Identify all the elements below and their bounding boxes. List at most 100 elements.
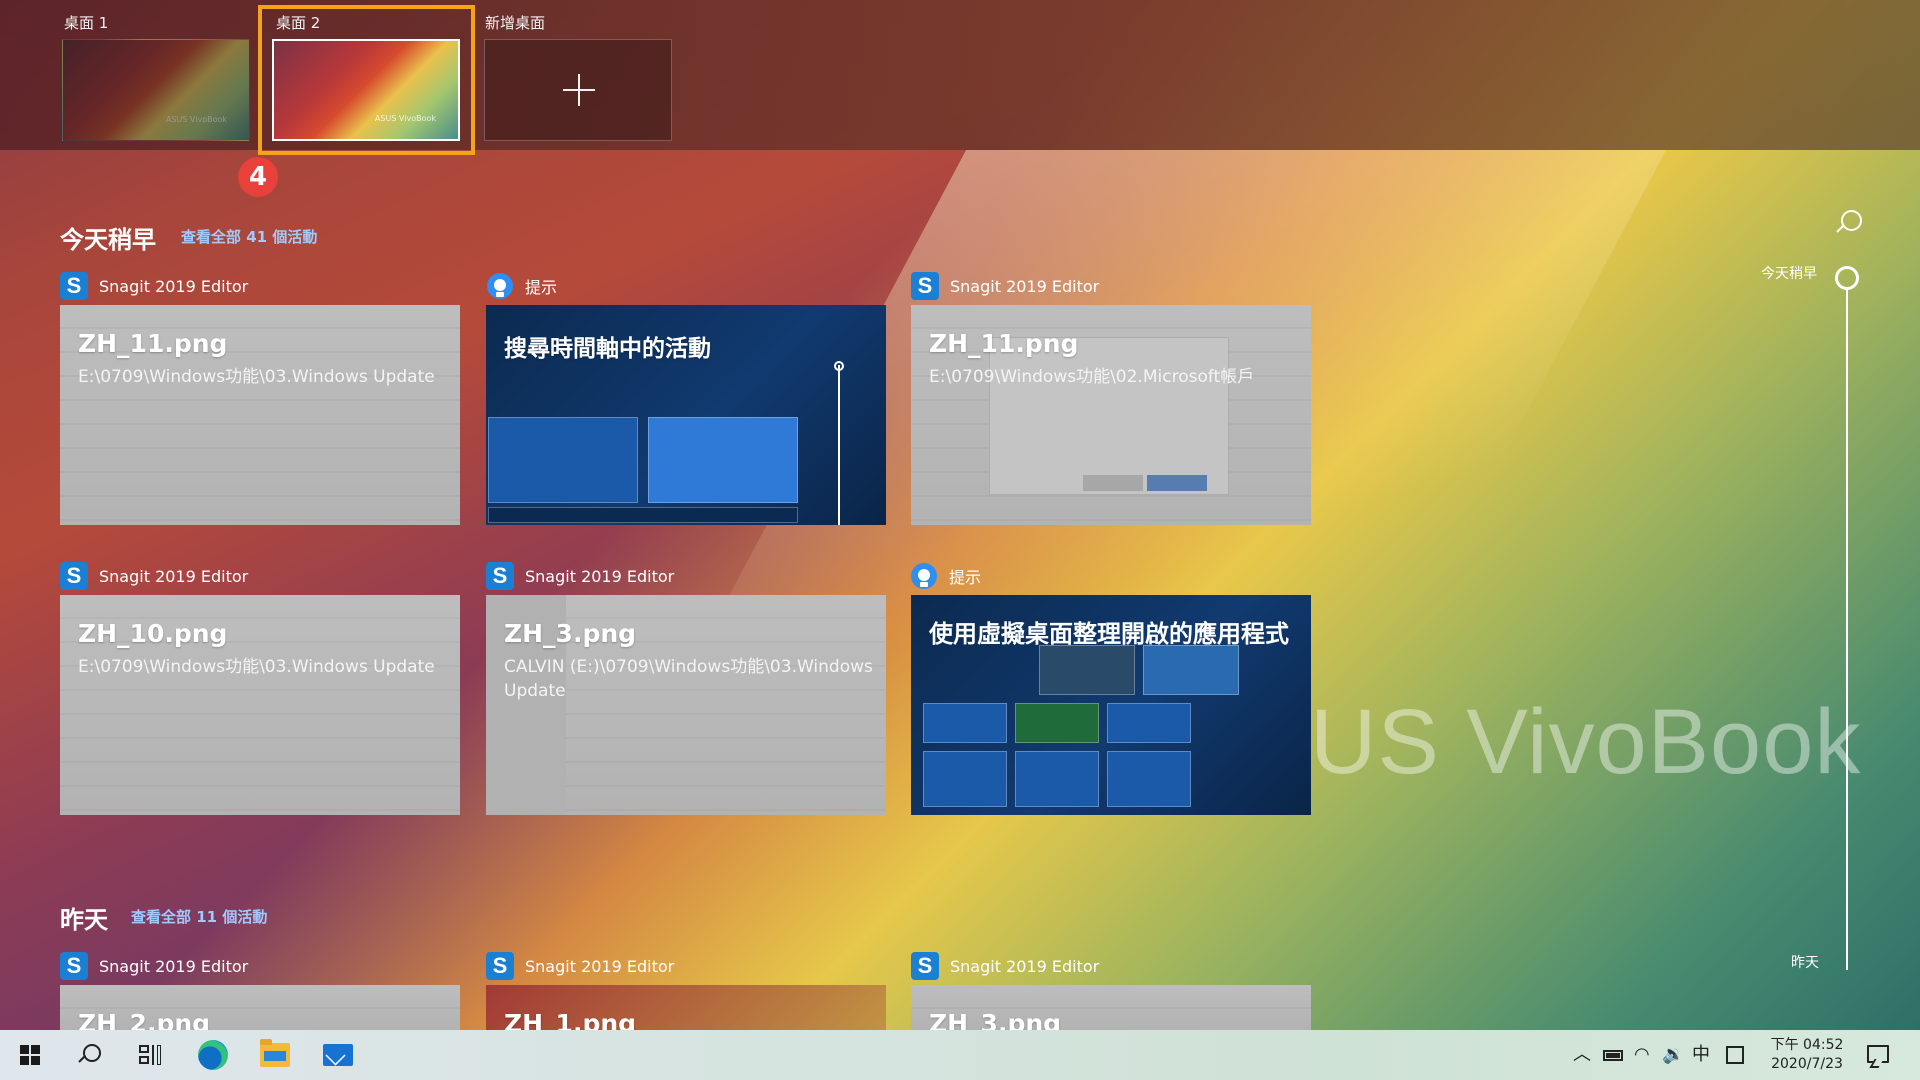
snagit-icon: S [60, 952, 88, 980]
desktop-2-label: 桌面 2 [276, 14, 321, 32]
snagit-icon: S [60, 562, 88, 590]
card-app-name: Snagit 2019 Editor [950, 276, 1100, 296]
activity-card[interactable]: ZH_2.png [60, 985, 460, 1030]
card-app-name: Snagit 2019 Editor [99, 276, 249, 296]
mini-timeline-line [838, 365, 840, 525]
card-header: 提示 [487, 270, 557, 302]
card-app-name: 提示 [949, 568, 982, 587]
file-explorer-icon [260, 1039, 290, 1067]
mini-window [923, 751, 1007, 807]
search-icon [79, 1044, 101, 1066]
mini-window [488, 417, 638, 503]
battery-icon[interactable] [1603, 1030, 1623, 1080]
step-badge: 4 [238, 157, 278, 197]
card-header: S Snagit 2019 Editor [60, 270, 248, 302]
mini-window [488, 507, 798, 523]
mini-window [648, 417, 798, 503]
activity-card[interactable]: ZH_10.png E:\0709\Windows功能\03.Windows U… [60, 595, 460, 815]
mini-window [1039, 645, 1135, 695]
taskbar-clock[interactable]: 下午 04:52 2020/7/23 [1766, 1036, 1848, 1074]
card-title: ZH_3.png [929, 1009, 1062, 1030]
action-center-icon[interactable] [1867, 1045, 1889, 1063]
desktop-1-thumbnail[interactable]: ASUS VivoBook [62, 39, 250, 141]
tips-icon [487, 273, 513, 299]
card-title: ZH_1.png [504, 1009, 637, 1030]
desktop-1-thumb-logo: ASUS VivoBook [165, 115, 227, 124]
mail-icon [323, 1044, 353, 1066]
snagit-icon: S [486, 952, 514, 980]
tip-title: 搜尋時間軸中的活動 [504, 336, 711, 362]
activity-card[interactable]: ZH_11.png E:\0709\Windows功能\02.Microsoft… [911, 305, 1311, 525]
plus-icon [563, 74, 595, 106]
mail-button[interactable] [318, 1030, 358, 1080]
card-app-name: Snagit 2019 Editor [950, 956, 1100, 976]
desktop-1-label: 桌面 1 [64, 14, 109, 32]
card-header: S Snagit 2019 Editor [486, 950, 674, 982]
mini-timeline-knob [834, 361, 844, 371]
card-title: ZH_11.png [78, 329, 228, 358]
new-desktop-button[interactable] [484, 39, 672, 141]
card-header: S Snagit 2019 Editor [60, 560, 248, 592]
card-title: ZH_10.png [78, 619, 228, 648]
mini-window [1015, 751, 1099, 807]
mini-window [1143, 645, 1239, 695]
card-subtitle: E:\0709\Windows功能\03.Windows Update [78, 367, 435, 387]
tip-card[interactable]: 搜尋時間軸中的活動 [486, 305, 886, 525]
card-header: S Snagit 2019 Editor [486, 560, 674, 592]
volume-icon[interactable]: 🔉 [1662, 1030, 1684, 1080]
timeline-scrubber-track[interactable] [1846, 288, 1848, 970]
card-app-name: Snagit 2019 Editor [525, 956, 675, 976]
timeline-label-yesterday[interactable]: 昨天 [1791, 952, 1819, 972]
card-app-name: Snagit 2019 Editor [99, 956, 249, 976]
mini-window [1107, 703, 1191, 743]
card-header: S Snagit 2019 Editor [60, 950, 248, 982]
task-view-button[interactable] [130, 1030, 170, 1080]
card-subtitle: E:\0709\Windows功能\02.Microsoft帳戶 [929, 367, 1255, 387]
tips-icon [911, 563, 937, 589]
snagit-icon: S [486, 562, 514, 590]
snagit-icon: S [911, 272, 939, 300]
virtual-desktop-strip: 桌面 1 ASUS VivoBook 桌面 2 ASUS VivoBook 新增… [0, 0, 1920, 155]
timeline-scrubber-knob[interactable] [1835, 266, 1859, 290]
windows-logo-icon [20, 1045, 40, 1065]
section-title-today: 今天稍早 [60, 226, 156, 254]
tip-title: 使用虛擬桌面整理開啟的應用程式 [929, 620, 1289, 648]
card-header: S Snagit 2019 Editor [911, 950, 1099, 982]
mini-window [1107, 751, 1191, 807]
show-hidden-icons-chevron-up-icon[interactable]: ︿ [1573, 1030, 1591, 1080]
mini-window [923, 703, 1007, 743]
desktop-2-thumb-logo: ASUS VivoBook [374, 114, 436, 123]
snagit-icon: S [60, 272, 88, 300]
snagit-icon: S [911, 952, 939, 980]
edge-button[interactable] [193, 1030, 233, 1080]
tip-card[interactable]: 使用虛擬桌面整理開啟的應用程式 [911, 595, 1311, 815]
card-header: S Snagit 2019 Editor [911, 270, 1099, 302]
clock-date: 2020/7/23 [1771, 1056, 1843, 1072]
card-subtitle: CALVIN (E:)\0709\Windows功能\03.Windows Up… [504, 657, 873, 701]
section-title-yesterday: 昨天 [60, 906, 108, 934]
card-app-name: Snagit 2019 Editor [99, 566, 249, 586]
activity-card[interactable]: ZH_3.png CALVIN (E:)\0709\Windows功能\03.W… [486, 595, 886, 815]
activity-card[interactable]: ZH_1.png [486, 985, 886, 1030]
see-all-yesterday-link[interactable]: 查看全部 11 個活動 [131, 906, 267, 927]
card-title: ZH_3.png [504, 619, 637, 648]
search-button[interactable] [70, 1030, 110, 1080]
desktop-2-thumbnail[interactable]: ASUS VivoBook [272, 39, 460, 141]
card-app-name: Snagit 2019 Editor [525, 566, 675, 586]
see-all-today-link[interactable]: 查看全部 41 個活動 [181, 226, 317, 247]
new-desktop-label: 新增桌面 [485, 14, 546, 32]
activity-card[interactable]: ZH_11.png E:\0709\Windows功能\03.Windows U… [60, 305, 460, 525]
file-explorer-button[interactable] [255, 1030, 295, 1080]
activity-card[interactable]: ZH_3.png [911, 985, 1311, 1030]
ime-mode-icon[interactable] [1726, 1030, 1744, 1080]
taskbar: ︿ ◠ 🔉 中 下午 04:52 2020/7/23 [0, 1030, 1920, 1080]
card-subtitle: E:\0709\Windows功能\03.Windows Update [78, 657, 435, 677]
search-icon[interactable] [1836, 210, 1862, 236]
timeline-label-today[interactable]: 今天稍早 [1761, 263, 1817, 283]
start-button[interactable] [10, 1030, 50, 1080]
wallpaper-logo: US VivoBook [1310, 691, 1862, 793]
input-method-indicator[interactable]: 中 [1692, 1030, 1710, 1080]
card-title: ZH_11.png [929, 329, 1079, 358]
card-header: 提示 [911, 560, 981, 592]
wifi-icon[interactable]: ◠ [1634, 1030, 1650, 1080]
